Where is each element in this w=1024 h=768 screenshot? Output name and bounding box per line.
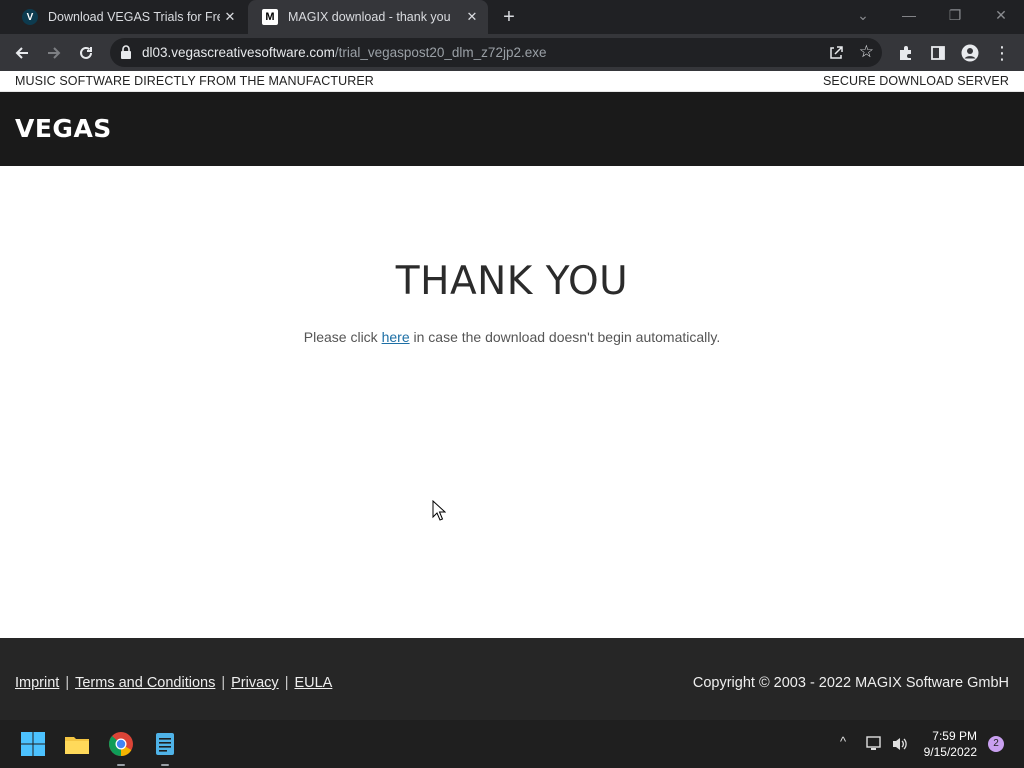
browser-tab-bar: V Download VEGAS Trials for Free | ✕ M M… — [0, 0, 1024, 34]
new-tab-button[interactable]: + — [498, 6, 520, 28]
vegas-favicon-icon: V — [22, 9, 38, 25]
site-header: VEGAS — [0, 92, 1024, 166]
side-panel-button[interactable] — [924, 39, 952, 67]
reload-button[interactable] — [72, 39, 100, 67]
running-indicator — [161, 764, 169, 766]
running-indicator — [117, 764, 125, 766]
tab-title: MAGIX download - thank you — [288, 10, 451, 24]
strip-right-text: SECURE DOWNLOAD SERVER — [822, 74, 1009, 88]
reload-icon — [80, 46, 92, 59]
address-bar[interactable]: dl03.vegascreativesoftware.com/trial_veg… — [110, 38, 882, 67]
site-footer: Imprint | Terms and Conditions | Privacy | EUL… — [0, 638, 1024, 720]
download-message: Please click here in case the download d… — [0, 329, 1024, 345]
system-clock[interactable]: 7:59 PM 9/15/2022 — [924, 728, 977, 760]
magix-favicon-icon: M — [262, 9, 278, 25]
footer-link-privacy[interactable]: Privacy — [231, 675, 279, 691]
bookmark-star-icon[interactable]: ☆ — [859, 42, 874, 62]
windows-taskbar: ^ 7:59 PM 9/15/2022 2 — [0, 720, 1024, 768]
restore-button[interactable]: ❐ — [932, 0, 978, 30]
share-icon[interactable] — [828, 45, 844, 61]
tab-magix-download[interactable]: M MAGIX download - thank you ✕ — [248, 0, 488, 34]
windows-start-icon[interactable] — [19, 730, 47, 758]
tab-vegas-trials[interactable]: V Download VEGAS Trials for Free | ✕ — [8, 0, 246, 34]
close-window-button[interactable]: ✕ — [978, 0, 1024, 30]
tab-search-icon[interactable]: ⌄ — [840, 0, 886, 30]
forward-button[interactable] — [40, 39, 68, 67]
profile-icon — [961, 44, 979, 62]
footer-links: Imprint | Terms and Conditions | Privacy | EUL… — [15, 675, 332, 691]
extensions-button[interactable] — [892, 39, 920, 67]
url-host: dl03.vegascreativesoftware.com — [142, 45, 335, 60]
volume-icon[interactable] — [891, 736, 909, 752]
vegas-logo[interactable]: VEGAS — [15, 114, 112, 143]
back-button[interactable] — [8, 39, 36, 67]
chrome-icon[interactable] — [107, 730, 135, 758]
footer-link-imprint[interactable]: Imprint — [15, 675, 59, 691]
forward-arrow-icon — [48, 47, 61, 59]
side-panel-icon — [931, 46, 945, 60]
notification-badge[interactable]: 2 — [988, 736, 1004, 752]
browser-toolbar: dl03.vegascreativesoftware.com/trial_veg… — [0, 34, 1024, 71]
copyright-text: Copyright © 2003 - 2022 MAGIX Software G… — [692, 675, 1009, 691]
separator: | — [284, 675, 289, 691]
puzzle-icon — [900, 46, 911, 60]
message-before: Please click — [303, 329, 382, 345]
back-arrow-icon — [15, 47, 28, 59]
footer-link-terms[interactable]: Terms and Conditions — [75, 675, 215, 691]
lock-icon — [121, 45, 131, 59]
tab-title: Download VEGAS Trials for Free | — [48, 10, 220, 24]
mouse-cursor-icon — [432, 500, 446, 521]
profile-button[interactable] — [956, 39, 984, 67]
message-after: in case the download doesn't begin autom… — [409, 329, 721, 345]
url-path: /trial_vegaspost20_dlm_z72jp2.exe — [334, 45, 547, 60]
close-tab-icon[interactable]: ✕ — [464, 9, 480, 25]
clock-time: 7:59 PM — [932, 729, 977, 743]
page-title: THANK YOU — [395, 259, 629, 304]
minimize-button[interactable]: — — [886, 0, 932, 30]
strip-left-text: MUSIC SOFTWARE DIRECTLY FROM THE MANUFAC… — [15, 74, 374, 88]
separator: | — [221, 675, 226, 691]
file-explorer-icon[interactable] — [63, 730, 91, 758]
network-icon[interactable] — [866, 736, 884, 752]
menu-kebab-icon[interactable]: ⋮ — [988, 39, 1016, 67]
notepad-icon[interactable] — [151, 730, 179, 758]
main-content: THANK YOU Please click here in case the … — [0, 166, 1024, 638]
url-text: dl03.vegascreativesoftware.com/trial_veg… — [142, 45, 546, 60]
manual-download-link[interactable]: here — [382, 329, 410, 345]
close-tab-icon[interactable]: ✕ — [222, 9, 238, 25]
separator: | — [65, 675, 70, 691]
top-info-strip: MUSIC SOFTWARE DIRECTLY FROM THE MANUFAC… — [0, 71, 1024, 92]
show-hidden-icons-chevron-icon[interactable]: ^ — [840, 734, 846, 749]
footer-link-eula[interactable]: EULA — [294, 675, 332, 691]
clock-date: 9/15/2022 — [923, 745, 977, 759]
